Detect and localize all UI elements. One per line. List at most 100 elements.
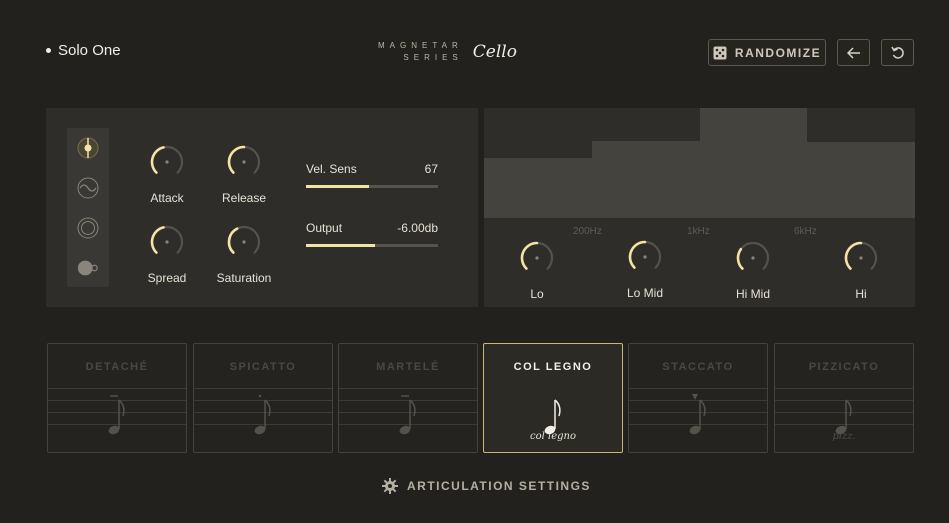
staff-line <box>629 388 767 389</box>
knob-dial <box>150 225 184 254</box>
eq-lo-knob[interactable]: Lo <box>497 238 577 301</box>
dice-icon <box>713 46 727 59</box>
output-slider[interactable]: Output -6.00db <box>306 221 438 247</box>
knob-center-dot <box>859 256 863 260</box>
arrow-left-icon <box>846 46 860 59</box>
saturation-knob[interactable]: Saturation <box>204 222 284 285</box>
knob-value-arc <box>227 227 239 254</box>
preset-name: Solo One <box>58 42 121 59</box>
mode-selector <box>67 128 109 287</box>
articulation-pizzicato[interactable]: PIZZICATO pizz. <box>774 343 914 453</box>
articulation-title: MARTELÉ <box>376 361 440 373</box>
music-note-icon <box>254 394 271 435</box>
articulation-settings-label: ARTICULATION SETTINGS <box>407 479 591 493</box>
freq-label-200hz: 200Hz <box>573 226 602 237</box>
knob-center-dot <box>643 255 647 259</box>
eq-graph[interactable] <box>484 108 915 218</box>
slider-fill <box>306 244 375 247</box>
brand-series: MAGNETAR SERIES <box>378 41 463 62</box>
staff-line <box>775 388 913 389</box>
knob-value-arc <box>150 226 165 254</box>
attack-knob[interactable]: Attack <box>127 142 207 205</box>
articulation-detache[interactable]: DETACHÉ <box>47 343 187 453</box>
randomize-label: RANDOMIZE <box>734 45 822 60</box>
waveform-icon[interactable] <box>76 176 100 200</box>
eq-band-bar <box>484 157 592 218</box>
pin-icon[interactable] <box>76 136 100 160</box>
brand-logo: MAGNETAR SERIES Cello <box>378 40 517 64</box>
knob-dial <box>227 145 261 174</box>
preset-dot-icon <box>46 48 51 53</box>
articulation-title: DETACHÉ <box>85 361 149 373</box>
knob-track <box>736 241 770 270</box>
articulation-title: SPICATTO <box>229 361 297 373</box>
staff-line <box>194 388 332 389</box>
knob-value-arc <box>844 241 863 270</box>
articulation-martele[interactable]: MARTELÉ <box>338 343 478 453</box>
eq-lo-mid-knob[interactable]: Lo Mid <box>605 237 685 300</box>
knob-dial <box>844 241 878 270</box>
knob-value-arc <box>736 247 744 270</box>
velocity-sensitivity-slider[interactable]: Vel. Sens 67 <box>306 162 438 188</box>
spread-knob[interactable]: Spread <box>127 222 207 285</box>
articulation-spicatto[interactable]: SPICATTO <box>193 343 333 453</box>
release-label: Release <box>221 191 267 205</box>
eq-band-bar <box>700 108 807 218</box>
brand-name: Cello <box>472 42 517 62</box>
knob-value-arc <box>520 241 539 270</box>
undo-icon <box>890 46 904 59</box>
knob-center-dot <box>165 240 169 244</box>
spread-label: Spread <box>147 271 187 285</box>
articulation-col-legno[interactable]: COL LEGNO col legno <box>483 343 623 453</box>
knob-center-dot <box>165 160 169 164</box>
music-note-icon <box>835 399 852 435</box>
randomize-button[interactable]: RANDOMIZE <box>708 39 826 66</box>
eq-hi-knob[interactable]: Hi <box>821 238 901 301</box>
knob-dial <box>150 145 184 174</box>
target-icon[interactable] <box>76 216 100 240</box>
eq-hi-mid-knob[interactable]: Hi Mid <box>713 238 793 301</box>
toggle-icon[interactable] <box>76 256 100 280</box>
back-button[interactable] <box>837 39 870 66</box>
eq-band-bar <box>592 141 700 218</box>
freq-label-6khz: 6kHz <box>794 226 817 237</box>
vel-sens-value: 67 <box>424 162 438 176</box>
staff-line <box>48 388 186 389</box>
knob-dial <box>227 225 261 254</box>
knob-center-dot <box>242 160 246 164</box>
articulation-title: STACCATO <box>662 361 734 373</box>
knob-value-arc <box>628 240 647 269</box>
saturation-label: Saturation <box>216 271 272 285</box>
articulation-title: PIZZICATO <box>808 361 880 373</box>
knob-dial <box>520 241 554 270</box>
knob-value-arc <box>150 146 165 174</box>
articulation-title: COL LEGNO <box>513 361 593 373</box>
music-note-icon <box>689 394 706 435</box>
eq-lo-mid-label: Lo Mid <box>626 286 664 300</box>
release-knob[interactable]: Release <box>204 142 284 205</box>
knob-center-dot <box>242 240 246 244</box>
knob-dial <box>628 240 662 269</box>
gear-icon <box>382 478 398 494</box>
eq-band-bar <box>807 142 915 218</box>
articulation-settings-button[interactable]: ARTICULATION SETTINGS <box>382 478 591 494</box>
music-note-icon <box>108 395 125 435</box>
preset-selector[interactable]: Solo One <box>46 42 121 59</box>
reset-button[interactable] <box>881 39 914 66</box>
attack-label: Attack <box>150 191 184 205</box>
music-note-icon <box>399 395 416 435</box>
slider-fill <box>306 185 370 188</box>
knob-dial <box>736 241 770 270</box>
output-label: Output <box>306 221 343 235</box>
slider-track[interactable] <box>306 244 438 247</box>
music-note-icon <box>544 399 561 435</box>
eq-lo-label: Lo <box>530 287 544 301</box>
eq-hi-mid-label: Hi Mid <box>735 287 770 301</box>
slider-track[interactable] <box>306 185 438 188</box>
staff-line <box>339 388 477 389</box>
articulation-staccato[interactable]: STACCATO <box>628 343 768 453</box>
knob-center-dot <box>751 256 755 260</box>
freq-label-1khz: 1kHz <box>687 226 710 237</box>
knob-center-dot <box>535 256 539 260</box>
vel-sens-label: Vel. Sens <box>306 162 357 176</box>
